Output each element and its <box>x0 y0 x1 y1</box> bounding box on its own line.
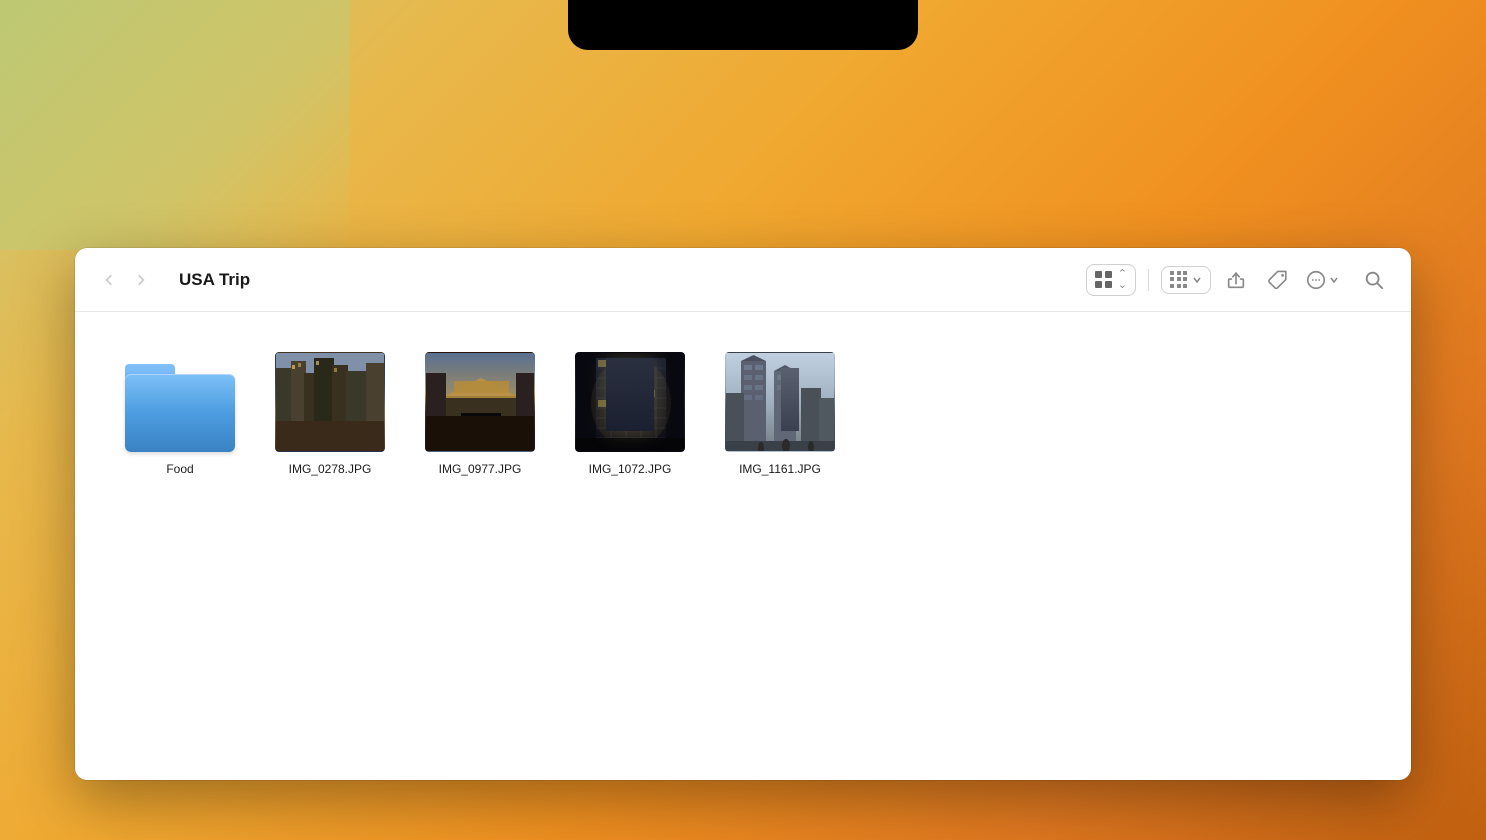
back-button[interactable] <box>95 266 123 294</box>
more-chevron-icon <box>1329 275 1339 285</box>
file-name: Food <box>166 462 193 478</box>
list-item[interactable]: IMG_1161.JPG <box>715 344 845 486</box>
folder-icon <box>125 352 235 452</box>
photo-preview <box>425 352 535 452</box>
search-icon <box>1363 269 1385 291</box>
view-switcher[interactable]: ⌃⌄ <box>1086 264 1136 296</box>
desktop: USA Trip ⌃⌄ <box>0 0 1486 840</box>
file-grid: Food <box>115 344 1371 486</box>
file-name: IMG_0278.JPG <box>289 462 372 478</box>
photo-preview <box>575 352 685 452</box>
tag-button[interactable] <box>1261 263 1295 297</box>
camera-notch <box>568 0 918 50</box>
group-icon <box>1170 271 1188 289</box>
tag-icon <box>1267 269 1289 291</box>
toolbar-divider-1 <box>1148 269 1149 291</box>
view-chevron-icon: ⌃⌄ <box>1118 269 1127 291</box>
group-button[interactable] <box>1161 266 1211 294</box>
desktop-bg-accent <box>0 0 350 250</box>
file-thumbnail <box>575 352 685 452</box>
list-item[interactable]: Food <box>115 344 245 486</box>
forward-button[interactable] <box>127 266 155 294</box>
share-icon <box>1225 269 1247 291</box>
toolbar: USA Trip ⌃⌄ <box>75 248 1411 312</box>
more-circle-icon <box>1305 269 1327 291</box>
grid-view-icon <box>1095 271 1113 289</box>
list-item[interactable]: IMG_0278.JPG <box>265 344 395 486</box>
file-thumbnail <box>275 352 385 452</box>
share-button[interactable] <box>1219 263 1253 297</box>
list-item[interactable]: IMG_0977.JPG <box>415 344 545 486</box>
photo-preview <box>725 352 835 452</box>
photo-preview <box>275 352 385 452</box>
list-item[interactable]: IMG_1072.JPG <box>565 344 695 486</box>
content-area: Food <box>75 312 1411 780</box>
file-thumbnail <box>725 352 835 452</box>
file-name: IMG_1072.JPG <box>589 462 672 478</box>
toolbar-right: ⌃⌄ <box>1086 263 1391 297</box>
window-title: USA Trip <box>179 270 1074 290</box>
finder-window: USA Trip ⌃⌄ <box>75 248 1411 780</box>
nav-buttons <box>95 266 155 294</box>
file-name: IMG_1161.JPG <box>739 462 821 478</box>
more-options-button[interactable] <box>1303 265 1341 295</box>
file-thumbnail <box>425 352 535 452</box>
search-button[interactable] <box>1357 263 1391 297</box>
file-name: IMG_0977.JPG <box>439 462 522 478</box>
group-chevron-icon <box>1192 275 1202 285</box>
